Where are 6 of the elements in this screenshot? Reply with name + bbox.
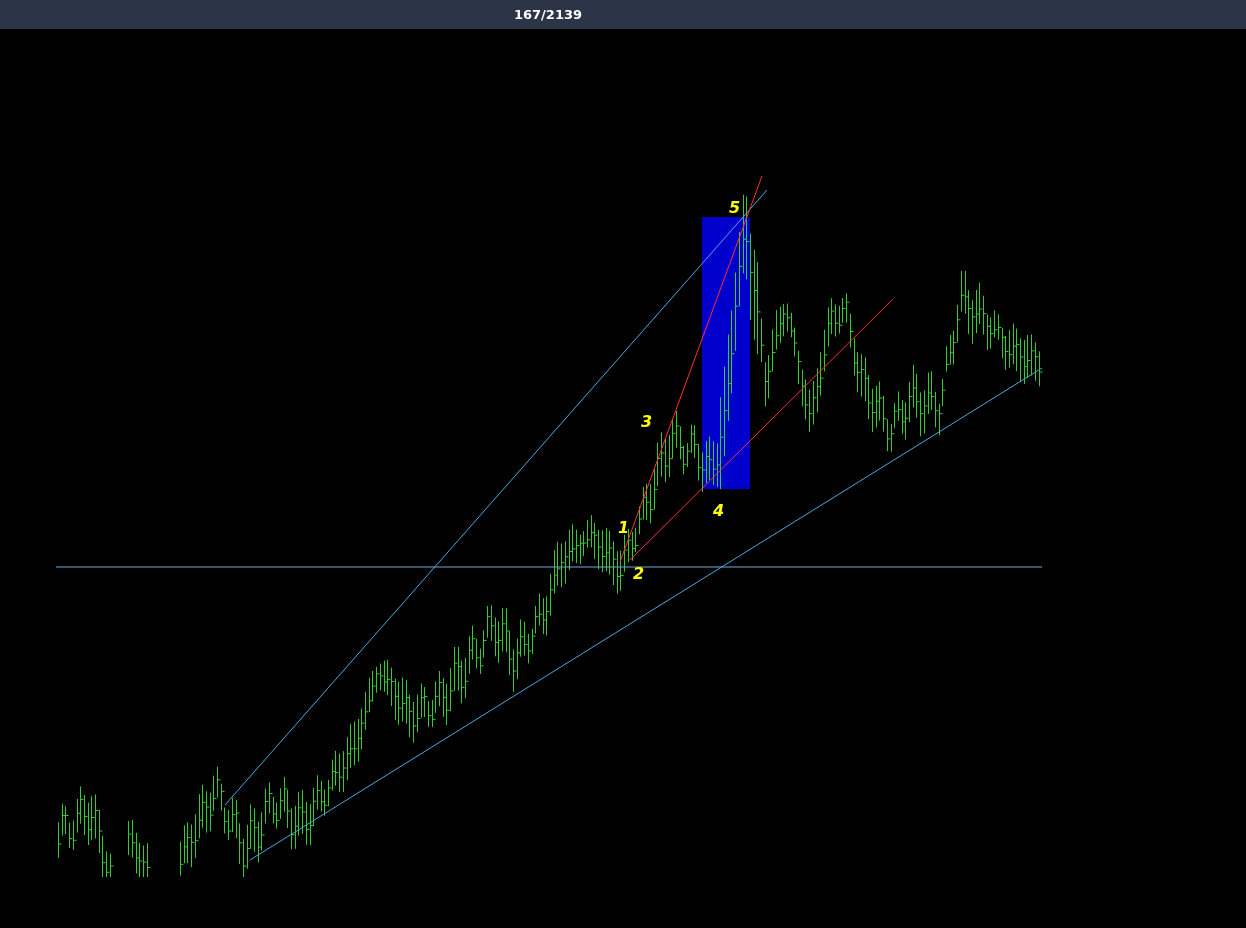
wave-label: 4 [713, 501, 725, 520]
wave-label: 3 [641, 412, 653, 431]
bar-counter: 167/2139 [513, 5, 583, 24]
wave-label: 1 [618, 518, 630, 537]
wave-label: 5 [729, 198, 741, 217]
wave-label: 2 [633, 564, 645, 583]
